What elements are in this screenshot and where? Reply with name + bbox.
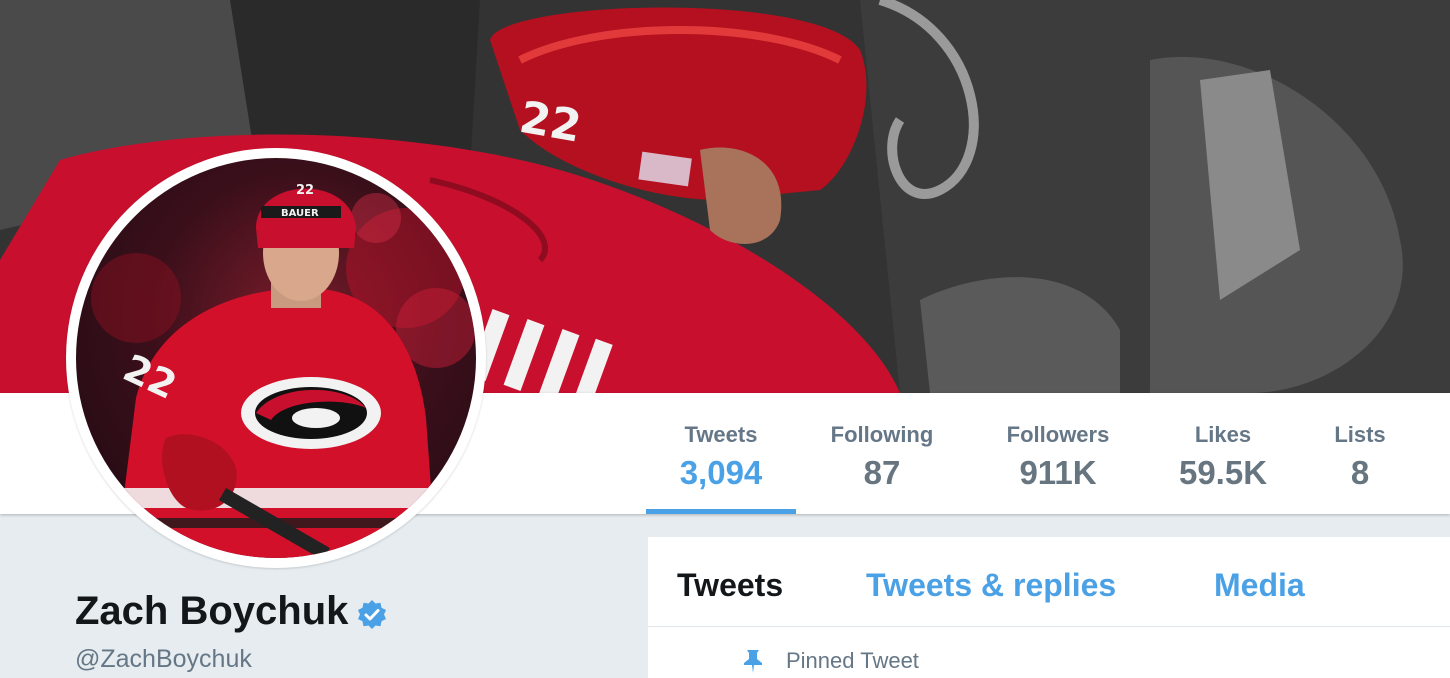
stat-likes[interactable]: Likes 59.5K bbox=[1160, 393, 1286, 514]
stat-lists-label: Lists bbox=[1334, 422, 1386, 447]
stat-following-count: 87 bbox=[863, 454, 901, 491]
stat-likes-label: Likes bbox=[1194, 422, 1252, 447]
stat-following-label: Following bbox=[830, 422, 934, 447]
stat-followers-count: 911K bbox=[1019, 454, 1097, 491]
tab-media[interactable]: Media bbox=[1214, 567, 1305, 604]
pinned-tweet-label: Pinned Tweet bbox=[786, 648, 919, 673]
stat-tweets-label: Tweets bbox=[684, 422, 758, 447]
profile-avatar[interactable]: 22 BAUER 22 bbox=[66, 148, 486, 568]
stat-following[interactable]: Following 87 bbox=[808, 393, 956, 514]
pin-icon bbox=[742, 649, 764, 673]
stat-followers[interactable]: Followers 911K bbox=[986, 393, 1130, 514]
avatar-photo: 22 BAUER 22 bbox=[76, 158, 476, 558]
profile-handle[interactable]: @ZachBoychuk bbox=[75, 645, 252, 674]
stat-lists-count: 8 bbox=[1350, 454, 1370, 491]
stat-likes-count: 59.5K bbox=[1178, 454, 1268, 491]
svg-text:22: 22 bbox=[516, 92, 585, 153]
stat-followers-label: Followers bbox=[1006, 422, 1110, 447]
tab-tweets[interactable]: Tweets bbox=[677, 567, 783, 604]
avatar-illustration: 22 BAUER 22 bbox=[91, 183, 476, 558]
tab-tweets-and-replies[interactable]: Tweets & replies bbox=[866, 567, 1116, 604]
pinned-tweet-context: Pinned Tweet bbox=[742, 648, 919, 674]
stat-lists[interactable]: Lists 8 bbox=[1316, 393, 1404, 514]
svg-text:BAUER: BAUER bbox=[281, 208, 319, 219]
profile-name-text: Zach Boychuk bbox=[75, 589, 349, 633]
verified-badge-icon bbox=[356, 596, 388, 629]
profile-name[interactable]: Zach Boychuk bbox=[75, 589, 388, 634]
stat-tweets-count: 3,094 bbox=[679, 454, 763, 491]
timeline-tabs: Tweets Tweets & replies Media bbox=[648, 537, 1450, 627]
timeline: Tweets Tweets & replies Media Pinned Twe… bbox=[648, 537, 1450, 678]
svg-text:22: 22 bbox=[296, 183, 314, 198]
stat-tweets[interactable]: Tweets 3,094 bbox=[646, 393, 796, 514]
